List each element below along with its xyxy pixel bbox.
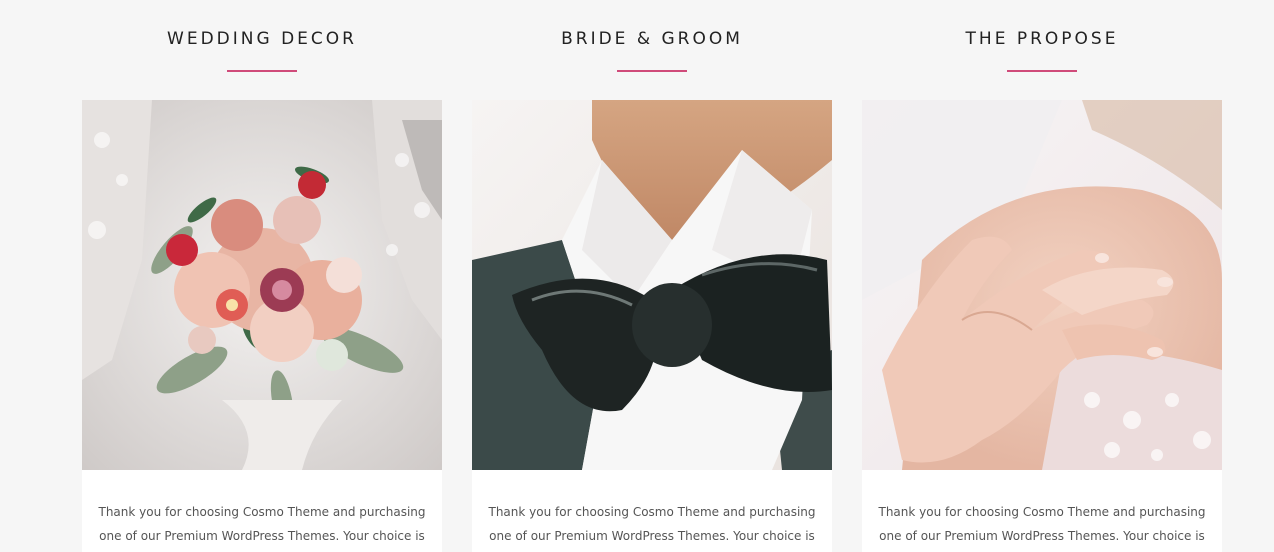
card-description: Thank you for choosing Cosmo Theme and p… — [98, 505, 426, 543]
card-title: BRIDE & GROOM — [561, 29, 743, 49]
services-cards: WEDDING DECOR Thank you for choosing Cos… — [0, 0, 1274, 552]
bouquet-photo[interactable] — [82, 100, 442, 470]
card-title: THE PROPOSE — [965, 29, 1119, 49]
card-text-box: Thank you for choosing Cosmo Theme and p… — [82, 470, 442, 552]
title-underline — [1007, 70, 1077, 72]
card-the-propose: THE PROPOSE Thank you for choosing Cosmo… — [862, 0, 1222, 552]
card-text-box: Thank you for choosing Cosmo Theme and p… — [862, 470, 1222, 552]
card-bride-groom: BRIDE & GROOM Thank you for choosing Cos… — [472, 0, 832, 552]
card-title: WEDDING DECOR — [167, 29, 357, 49]
title-underline — [227, 70, 297, 72]
card-text-box: Thank you for choosing Cosmo Theme and p… — [472, 470, 832, 552]
card-wedding-decor: WEDDING DECOR Thank you for choosing Cos… — [82, 0, 442, 552]
bow-tie-photo[interactable] — [472, 100, 832, 470]
card-description: Thank you for choosing Cosmo Theme and p… — [488, 505, 816, 543]
holding-hands-photo[interactable] — [862, 100, 1222, 470]
card-description: Thank you for choosing Cosmo Theme and p… — [878, 505, 1206, 543]
title-underline — [617, 70, 687, 72]
